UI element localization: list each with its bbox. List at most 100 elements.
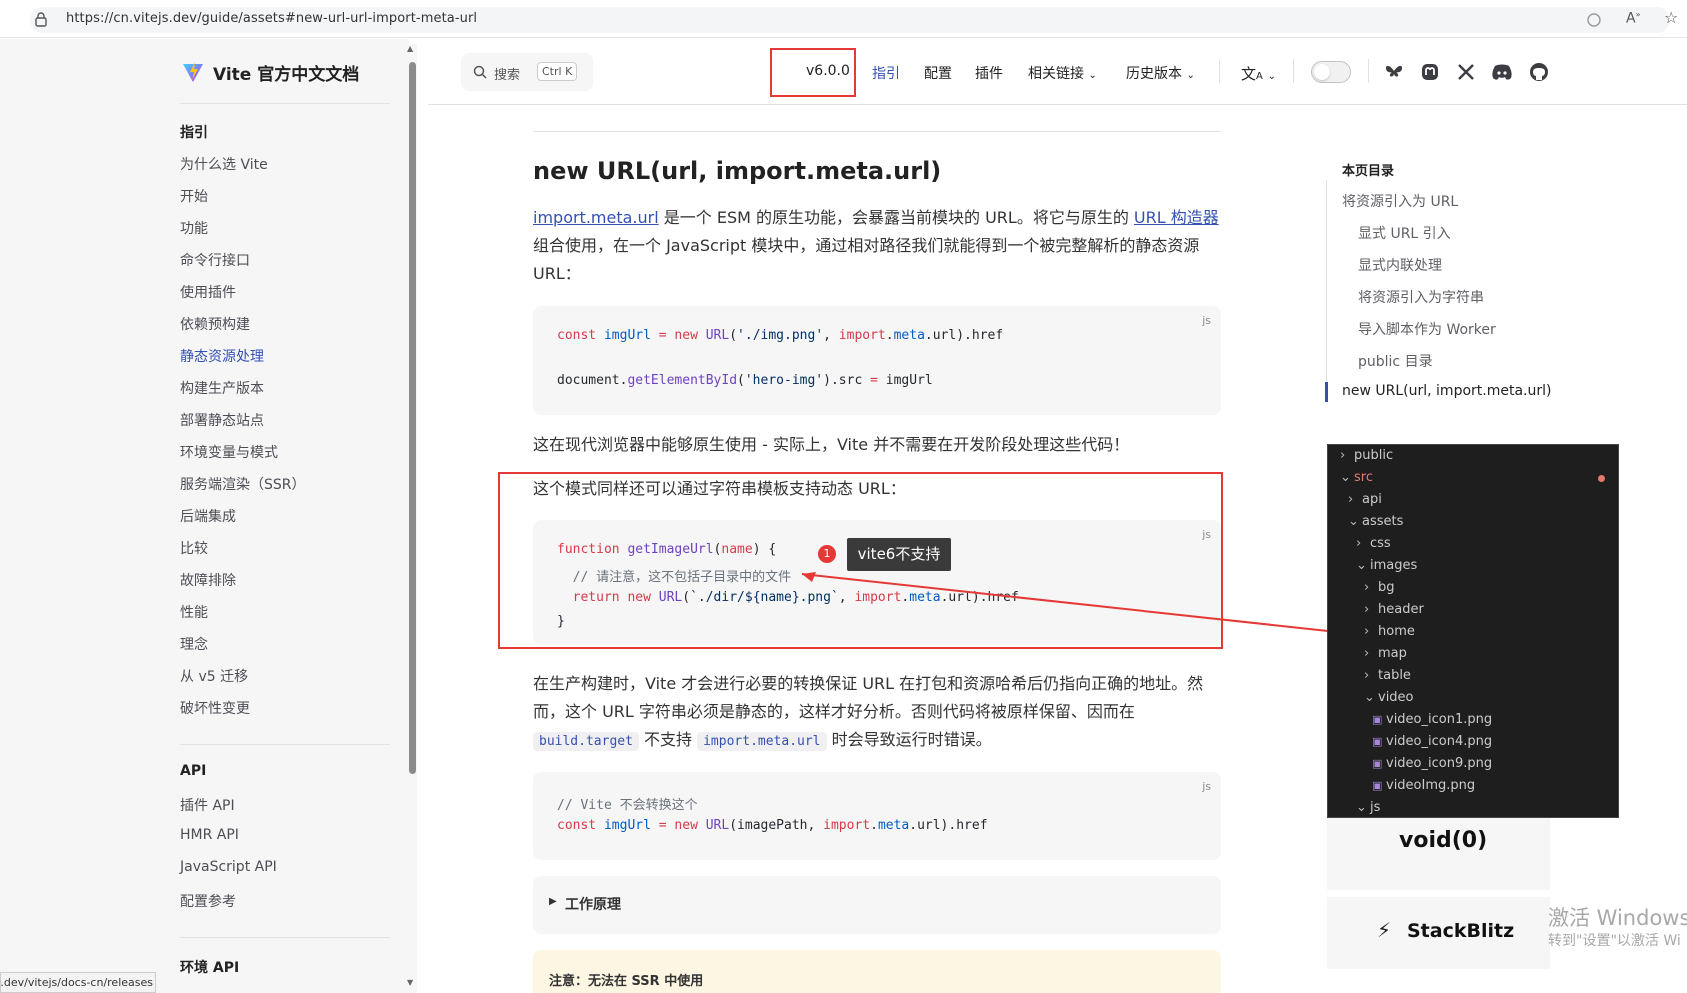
sidebar-item[interactable]: 部署静态站点 <box>180 410 264 430</box>
sidebar-item-active[interactable]: 静态资源处理 <box>180 346 264 366</box>
import-meta-url-link[interactable]: import.meta.url <box>533 208 659 227</box>
search-button[interactable]: 搜索 Ctrl K <box>461 53 593 91</box>
x-icon[interactable] <box>1456 62 1476 82</box>
sidebar-item[interactable]: 比较 <box>180 538 208 558</box>
favorite-icon[interactable]: ☆ <box>1664 8 1678 27</box>
nav-link-plugins[interactable]: 插件 <box>975 63 1003 83</box>
code-line: function getImageUrl(name) { <box>557 542 777 557</box>
tree-file[interactable]: ▣ videoImg.png <box>1372 778 1475 793</box>
tree-label: video_icon9.png <box>1386 756 1493 771</box>
sidebar-item[interactable]: 依赖预构建 <box>180 314 250 334</box>
nav-link-resources[interactable]: 相关链接 ⌄ <box>1028 63 1097 83</box>
warning-box: 注意：无法在 SSR 中使用 <box>533 950 1221 993</box>
inline-code: import.meta.url <box>697 732 827 751</box>
sidebar-item[interactable]: 为什么选 Vite <box>180 154 268 174</box>
translate-icon[interactable]: 文A ⌄ <box>1241 63 1276 84</box>
tree-folder[interactable]: › css <box>1356 536 1391 551</box>
sidebar-item[interactable]: 从 v5 迁移 <box>180 666 248 686</box>
sidebar-item[interactable]: 配置参考 <box>180 891 236 911</box>
chevron-right-icon: › <box>1364 668 1370 683</box>
tree-folder[interactable]: › header <box>1364 602 1424 617</box>
tree-file[interactable]: ▣ video_icon9.png <box>1372 756 1492 771</box>
toc-item[interactable]: 显式 URL 引入 <box>1358 223 1451 243</box>
scroll-down-icon[interactable]: ▼ <box>407 978 413 987</box>
sidebar-item[interactable]: HMR API <box>180 827 239 843</box>
code-lang-label: js <box>1202 528 1211 541</box>
sun-icon <box>1314 64 1330 80</box>
annotation-arrow <box>801 572 1366 636</box>
chevron-right-icon: › <box>1364 646 1370 661</box>
tree-folder[interactable]: ⌄ js <box>1356 800 1380 815</box>
nav-link-config[interactable]: 配置 <box>924 63 952 83</box>
tree-folder[interactable]: › home <box>1364 624 1415 639</box>
sidebar-item[interactable]: 命令行接口 <box>180 250 250 270</box>
toc-item[interactable]: 将资源引入为字符串 <box>1358 287 1484 307</box>
scroll-up-icon[interactable]: ▲ <box>407 44 413 53</box>
chevron-right-icon: › <box>1364 624 1370 639</box>
mastodon-icon[interactable] <box>1420 62 1440 82</box>
sidebar-item[interactable]: 服务端渲染（SSR） <box>180 474 306 494</box>
tree-folder[interactable]: ⌄ assets <box>1348 514 1403 529</box>
bluesky-icon[interactable] <box>1384 62 1404 82</box>
paragraph: 这个模式同样还可以通过字符串模板支持动态 URL： <box>533 479 906 498</box>
sidebar-item[interactable]: JavaScript API <box>180 859 277 875</box>
sidebar-item[interactable]: 故障排除 <box>180 570 236 590</box>
site-title[interactable]: Vite 官方中文文档 <box>213 60 359 85</box>
code-line: // Vite 不会转换这个 <box>557 798 698 813</box>
details-toggle[interactable]: ▶ 工作原理 <box>533 876 1221 934</box>
sidebar-item[interactable]: 破坏性变更 <box>180 698 250 718</box>
read-aloud-icon[interactable]: A» <box>1626 10 1640 27</box>
sponsor-name: void(0) <box>1399 828 1488 853</box>
tree-folder[interactable]: ⌄ images <box>1356 558 1417 573</box>
sidebar-item[interactable]: 性能 <box>180 602 208 622</box>
sidebar-item[interactable]: 插件 API <box>180 795 235 815</box>
tree-folder[interactable]: ⌄ src <box>1340 470 1373 485</box>
vite-logo-icon <box>183 62 203 82</box>
sidebar-item[interactable]: 功能 <box>180 218 208 238</box>
tree-folder[interactable]: ⌄ video <box>1364 690 1414 705</box>
nav-version[interactable]: v6.0.0 <box>806 63 850 79</box>
tree-label: src <box>1354 470 1373 485</box>
search-placeholder: 搜索 <box>494 68 521 83</box>
toc-item[interactable]: 显式内联处理 <box>1358 255 1442 275</box>
tree-label: api <box>1362 492 1382 507</box>
sidebar-item[interactable]: 使用插件 <box>180 282 236 302</box>
sidebar-item[interactable]: 环境变量与模式 <box>180 442 278 462</box>
code-line: // 请注意，这不包括子目录中的文件 <box>572 570 792 585</box>
tree-file[interactable]: ▣ video_icon4.png <box>1372 734 1492 749</box>
toc-item-active[interactable]: new URL(url, import.meta.url) <box>1342 383 1551 399</box>
sidebar-item[interactable]: 构建生产版本 <box>180 378 264 398</box>
theme-toggle[interactable] <box>1311 61 1351 83</box>
tree-label: home <box>1378 624 1415 639</box>
sponsor-void0[interactable]: void(0) <box>1327 818 1550 890</box>
tree-folder[interactable]: › bg <box>1364 580 1395 595</box>
tree-folder[interactable]: › api <box>1348 492 1382 507</box>
search-shortcut-badge: Ctrl K <box>537 62 578 81</box>
nav-link-versions[interactable]: 历史版本 ⌄ <box>1126 63 1195 83</box>
chevron-down-icon: ⌄ <box>1356 800 1367 815</box>
sidebar-item[interactable]: 理念 <box>180 634 208 654</box>
sidebar-item[interactable]: 开始 <box>180 186 208 206</box>
tree-folder[interactable]: › table <box>1364 668 1411 683</box>
github-icon[interactable] <box>1529 62 1549 82</box>
toc-item[interactable]: 将资源引入为 URL <box>1342 191 1458 211</box>
chevron-down-icon: ⌄ <box>1340 470 1351 485</box>
refresh-translate-icon[interactable] <box>1586 12 1602 28</box>
scrollbar-thumb[interactable] <box>409 62 416 774</box>
code-line: const imgUrl = new URL(imagePath, import… <box>557 818 988 833</box>
nav-link-guide[interactable]: 指引 <box>872 63 900 83</box>
tree-file[interactable]: ▣ video_icon1.png <box>1372 712 1492 727</box>
image-file-icon: ▣ <box>1372 779 1383 792</box>
divider <box>180 744 390 745</box>
tree-folder[interactable]: › map <box>1364 646 1407 661</box>
tree-folder[interactable]: › public <box>1340 448 1393 463</box>
toc-item[interactable]: 导入脚本作为 Worker <box>1358 319 1496 339</box>
sidebar-item[interactable]: 后端集成 <box>180 506 236 526</box>
url-constructor-link[interactable]: URL 构造器 <box>1134 208 1219 227</box>
sponsor-stackblitz[interactable]: ⚡ StackBlitz <box>1327 897 1550 969</box>
nav-divider <box>1293 59 1294 83</box>
code-lang-label: js <box>1202 780 1211 793</box>
discord-icon[interactable] <box>1491 63 1513 81</box>
tree-label: css <box>1370 536 1391 551</box>
toc-item[interactable]: public 目录 <box>1358 351 1433 371</box>
